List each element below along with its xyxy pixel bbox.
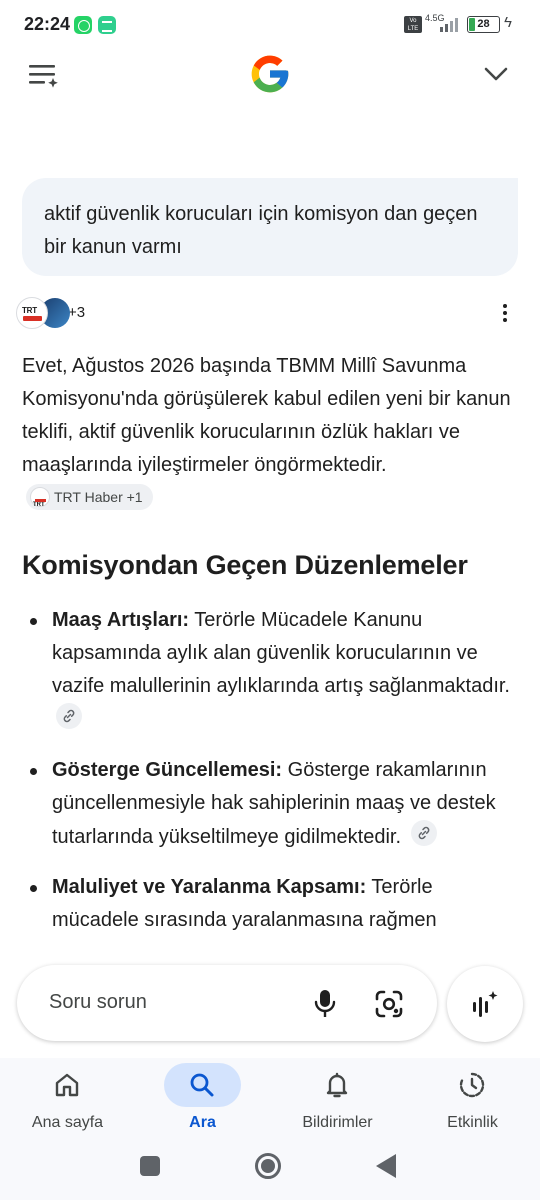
app-bar — [0, 52, 540, 98]
chevron-down-icon[interactable] — [482, 60, 510, 88]
bullet-title: Gösterge Güncellemesi: — [52, 759, 283, 781]
charging-icon: ϟ — [504, 14, 512, 31]
answer-text: Evet, Ağustos 2026 başında TBMM Millî Sa… — [22, 355, 511, 476]
nav-item-activity[interactable]: Etkinlik — [405, 1058, 540, 1140]
ask-input[interactable]: Soru sorun — [49, 991, 147, 1014]
answer-paragraph: Evet, Ağustos 2026 başında TBMM Millî Sa… — [22, 350, 518, 515]
source-chip-label: TRT Haber +1 — [54, 489, 143, 505]
home-icon — [55, 1073, 79, 1097]
search-icon — [190, 1073, 214, 1097]
link-icon[interactable] — [410, 820, 437, 846]
list-item: Gösterge Güncellemesi: Gösterge rakamlar… — [22, 754, 522, 854]
ask-input-box[interactable]: Soru sorun — [17, 965, 437, 1041]
nav-label-search: Ara — [189, 1114, 216, 1131]
nav-item-notifications[interactable]: Bildirimler — [270, 1058, 405, 1140]
microphone-icon[interactable] — [311, 989, 339, 1019]
back-button[interactable] — [376, 1154, 396, 1178]
google-g-logo[interactable] — [248, 52, 292, 96]
lens-camera-icon[interactable] — [374, 989, 404, 1019]
bell-icon — [326, 1072, 348, 1098]
bottom-navigation: Ana sayfa Ara Bildirimler Etkinlik — [0, 1058, 540, 1140]
system-navigation — [0, 1140, 540, 1200]
battery-level: 28 — [477, 18, 490, 30]
ai-sparkle-icon — [473, 991, 498, 1017]
list-item: Maaş Artışları: Terörle Mücadele Kanunu … — [22, 604, 522, 737]
section-heading: Komisyondan Geçen Düzenlemeler — [22, 550, 468, 580]
bullet-title: Maaş Artışları: — [52, 609, 190, 631]
activity-icon — [459, 1072, 485, 1098]
trt-source-icon: TRT — [16, 297, 48, 329]
sources-count: +3 — [68, 304, 86, 321]
trt-chip-icon: TRT — [30, 487, 50, 508]
signal-icon — [440, 16, 462, 32]
home-button[interactable] — [255, 1153, 281, 1179]
history-menu-icon[interactable] — [28, 62, 62, 90]
recent-apps-button[interactable] — [140, 1156, 160, 1176]
list-item: Maluliyet ve Yaralanma Kapsamı: Terörle … — [22, 871, 522, 937]
link-icon[interactable] — [56, 703, 82, 729]
source-chip[interactable]: TRT TRT Haber +1 — [26, 484, 153, 510]
status-bar: 22:24 Vo LTE 4.5G 28 ϟ — [0, 0, 540, 52]
more-options-icon[interactable] — [498, 302, 512, 326]
input-area: Soru sorun — [0, 962, 540, 1058]
ai-mode-button[interactable] — [447, 966, 523, 1042]
nav-label-activity: Etkinlik — [447, 1114, 498, 1131]
whatsapp-icon — [74, 16, 92, 34]
sources-row[interactable]: TRT +3 — [16, 297, 136, 329]
status-time: 22:24 — [24, 14, 71, 34]
nav-label-home: Ana sayfa — [31, 1114, 104, 1131]
volte-icon: Vo LTE — [404, 16, 422, 33]
nav-item-home[interactable]: Ana sayfa — [0, 1058, 135, 1140]
app-icon — [98, 16, 116, 34]
bullet-list: Maaş Artışları: Terörle Mücadele Kanunu … — [22, 604, 522, 954]
nav-item-search[interactable]: Ara — [135, 1058, 270, 1140]
bullet-title: Maluliyet ve Yaralanma Kapsamı: — [52, 876, 367, 898]
nav-label-notifications: Bildirimler — [302, 1114, 373, 1131]
battery-icon: 28 — [467, 16, 500, 33]
user-query-bubble: aktif güvenlik korucuları için komisyon … — [22, 178, 518, 276]
